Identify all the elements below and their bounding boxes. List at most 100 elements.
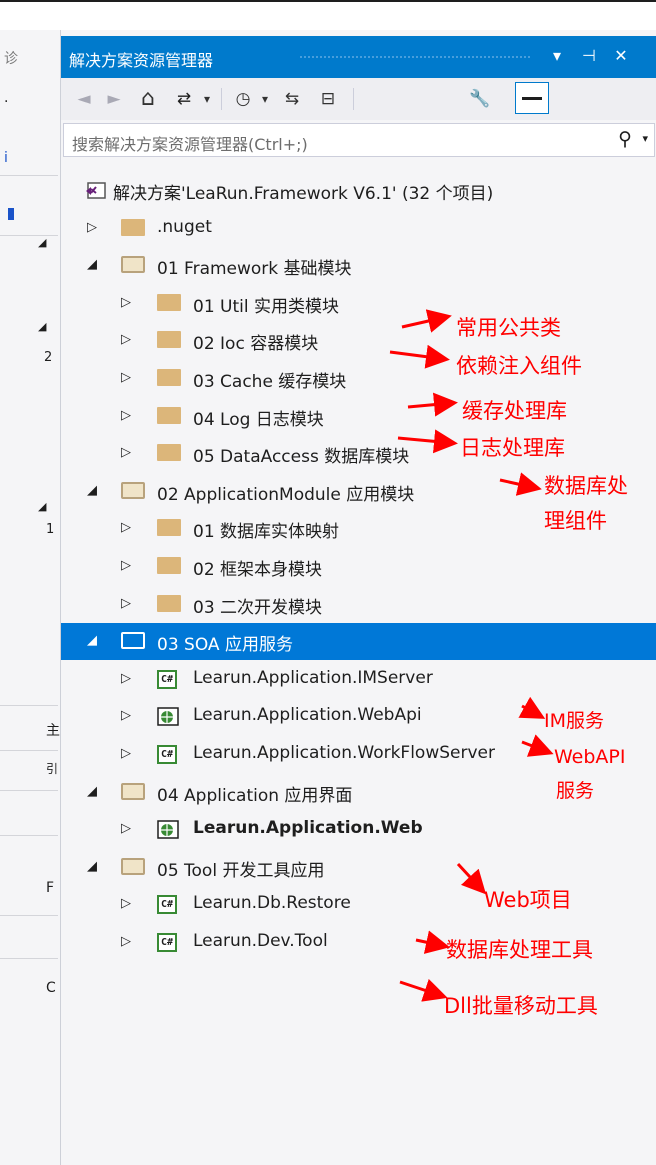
annotation-label: 依赖注入组件 xyxy=(456,354,582,378)
tree-row[interactable]: ▷ Learun.Application.Web xyxy=(61,811,656,848)
expand-arrow-icon[interactable]: ▷ xyxy=(119,746,133,762)
tree-row[interactable]: ▷ C# Learun.Application.IMServer xyxy=(61,661,656,698)
collapse-arrow-icon[interactable]: ◢ xyxy=(85,859,99,875)
back-icon[interactable]: ◄ xyxy=(71,86,97,112)
refresh-icon[interactable]: ⇆ xyxy=(277,86,307,112)
chevron-down-icon[interactable]: ▾ xyxy=(642,132,648,145)
tree-row[interactable]: ▷ 03 二次开发模块 xyxy=(61,586,656,623)
expand-arrow-icon[interactable]: ▷ xyxy=(119,332,133,348)
tree-row[interactable]: ◢ 01 Framework 基础模块 xyxy=(61,247,656,284)
annotation-label: WebAPI xyxy=(554,746,626,768)
folder-open-icon xyxy=(121,858,145,875)
annotation-label: 数据库处 xyxy=(544,474,628,498)
tree-item-label: 03 Cache 缓存模块 xyxy=(193,372,347,392)
tree-item-label: 01 Framework 基础模块 xyxy=(157,259,352,279)
left-panel-char: F xyxy=(46,880,55,896)
left-panel-char[interactable]: ◢ xyxy=(38,500,46,513)
expand-arrow-icon[interactable]: ▷ xyxy=(85,220,99,236)
tree-item-label: 03 二次开发模块 xyxy=(193,598,323,618)
tree-item-label: 02 ApplicationModule 应用模块 xyxy=(157,485,415,505)
expand-arrow-icon[interactable]: ▷ xyxy=(119,370,133,386)
tree-item-label: .nuget xyxy=(157,217,212,237)
close-icon[interactable]: ✕ xyxy=(609,44,633,68)
expand-arrow-icon[interactable]: ▷ xyxy=(119,821,133,837)
chevron-down-icon[interactable]: ▾ xyxy=(257,86,273,112)
annotation-label: 日志处理库 xyxy=(460,436,565,460)
folder-icon xyxy=(121,219,145,236)
tree-item-label: Learun.Application.WorkFlowServer xyxy=(193,743,495,763)
left-panel-char[interactable]: ◢ xyxy=(38,320,46,333)
folder-open-icon xyxy=(121,632,145,649)
panel-titlebar[interactable]: 解决方案资源管理器 ▾ ⊣ ✕ xyxy=(61,36,656,78)
annotation-label: 常用公共类 xyxy=(456,316,561,340)
pending-changes-filter-icon[interactable]: ◷ xyxy=(229,86,257,112)
explorer-toolbar: ◄ ► ⌂ ⇄ ▾ ◷ ▾ ⇆ ⊟ 🔧 xyxy=(61,78,656,120)
folder-open-icon xyxy=(121,256,145,273)
expand-arrow-icon[interactable]: ▷ xyxy=(119,445,133,461)
tree-row[interactable]: ▷ 02 框架本身模块 xyxy=(61,548,656,585)
csharp-project-icon: C# xyxy=(157,745,177,764)
left-panel-char: 诊 xyxy=(4,51,18,67)
collapse-arrow-icon[interactable]: ◢ xyxy=(85,483,99,499)
annotation-label: Web项目 xyxy=(484,888,572,912)
preview-icon xyxy=(522,97,542,100)
annotation-label: IM服务 xyxy=(544,710,604,732)
left-panel-marker xyxy=(8,208,14,220)
tree-item-label: 02 框架本身模块 xyxy=(193,560,323,580)
expand-arrow-icon[interactable]: ▷ xyxy=(119,408,133,424)
solution-icon xyxy=(85,181,107,200)
tree-row[interactable]: ▷ 05 DataAccess 数据库模块 xyxy=(61,435,656,472)
properties-wrench-icon[interactable]: 🔧 xyxy=(463,86,497,112)
tree-row[interactable]: 解决方案'LeaRun.Framework V6.1' (32 个项目) xyxy=(61,172,656,209)
collapse-arrow-icon[interactable]: ◢ xyxy=(85,784,99,800)
expand-arrow-icon[interactable]: ▷ xyxy=(119,596,133,612)
folder-open-icon xyxy=(121,783,145,800)
tree-row[interactable]: ▷ 01 Util 实用类模块 xyxy=(61,285,656,322)
tree-item-label: 解决方案'LeaRun.Framework V6.1' (32 个项目) xyxy=(113,184,494,204)
left-panel-char[interactable]: ◢ xyxy=(38,236,46,249)
tree-item-label: 01 数据库实体映射 xyxy=(193,522,340,542)
tree-item-label: 05 DataAccess 数据库模块 xyxy=(193,447,410,467)
expand-arrow-icon[interactable]: ▷ xyxy=(119,520,133,536)
sync-with-active-document-icon[interactable]: ⇄ xyxy=(169,86,199,112)
csharp-project-icon: C# xyxy=(157,933,177,952)
search-icon[interactable]: ⚲ xyxy=(618,128,632,150)
collapse-all-icon[interactable]: ⊟ xyxy=(313,86,343,112)
expand-arrow-icon[interactable]: ▷ xyxy=(119,671,133,687)
titlebar-grip[interactable] xyxy=(299,55,531,60)
home-icon[interactable]: ⌂ xyxy=(133,86,163,112)
panel-title: 解决方案资源管理器 xyxy=(69,51,214,70)
expand-arrow-icon[interactable]: ▷ xyxy=(119,295,133,311)
window-position-dropdown-icon[interactable]: ▾ xyxy=(545,44,569,68)
left-panel-char: 2 xyxy=(44,350,53,365)
tree-item-label: 01 Util 实用类模块 xyxy=(193,297,339,317)
search-input[interactable]: 搜索解决方案资源管理器(Ctrl+;) ⚲ ▾ xyxy=(63,123,655,157)
left-panel-char: 引 xyxy=(46,762,59,776)
tree-row[interactable]: ▷ .nuget xyxy=(61,210,656,247)
forward-icon[interactable]: ► xyxy=(101,86,127,112)
tree-item-label: 05 Tool 开发工具应用 xyxy=(157,861,325,881)
tree-item-label: Learun.Application.Web xyxy=(193,818,423,838)
chevron-down-icon[interactable]: ▾ xyxy=(199,86,215,112)
collapse-arrow-icon[interactable]: ◢ xyxy=(85,257,99,273)
tree-item-label: 02 Ioc 容器模块 xyxy=(193,334,319,354)
collapse-arrow-icon[interactable]: ◢ xyxy=(85,633,99,649)
expand-arrow-icon[interactable]: ▷ xyxy=(119,708,133,724)
search-placeholder: 搜索解决方案资源管理器(Ctrl+;) xyxy=(72,135,308,154)
expand-arrow-icon[interactable]: ▷ xyxy=(119,896,133,912)
tree-item-label: 03 SOA 应用服务 xyxy=(157,635,293,655)
left-panel-char: i xyxy=(4,150,8,166)
expand-arrow-icon[interactable]: ▷ xyxy=(119,934,133,950)
tree-row[interactable]: ◢ 03 SOA 应用服务 xyxy=(61,623,656,660)
csharp-project-icon: C# xyxy=(157,895,177,914)
web-project-icon xyxy=(157,820,179,839)
tree-row[interactable]: ◢ 05 Tool 开发工具应用 xyxy=(61,849,656,886)
left-panel-char: 1 xyxy=(46,522,55,537)
annotation-label: 理组件 xyxy=(544,509,607,533)
tree-item-label: Learun.Application.WebApi xyxy=(193,705,422,725)
tree-item-label: 04 Application 应用界面 xyxy=(157,786,353,806)
top-gap xyxy=(0,2,656,30)
expand-arrow-icon[interactable]: ▷ xyxy=(119,558,133,574)
auto-hide-pin-icon[interactable]: ⊣ xyxy=(577,44,601,68)
left-panel-char: 主 xyxy=(46,723,60,739)
